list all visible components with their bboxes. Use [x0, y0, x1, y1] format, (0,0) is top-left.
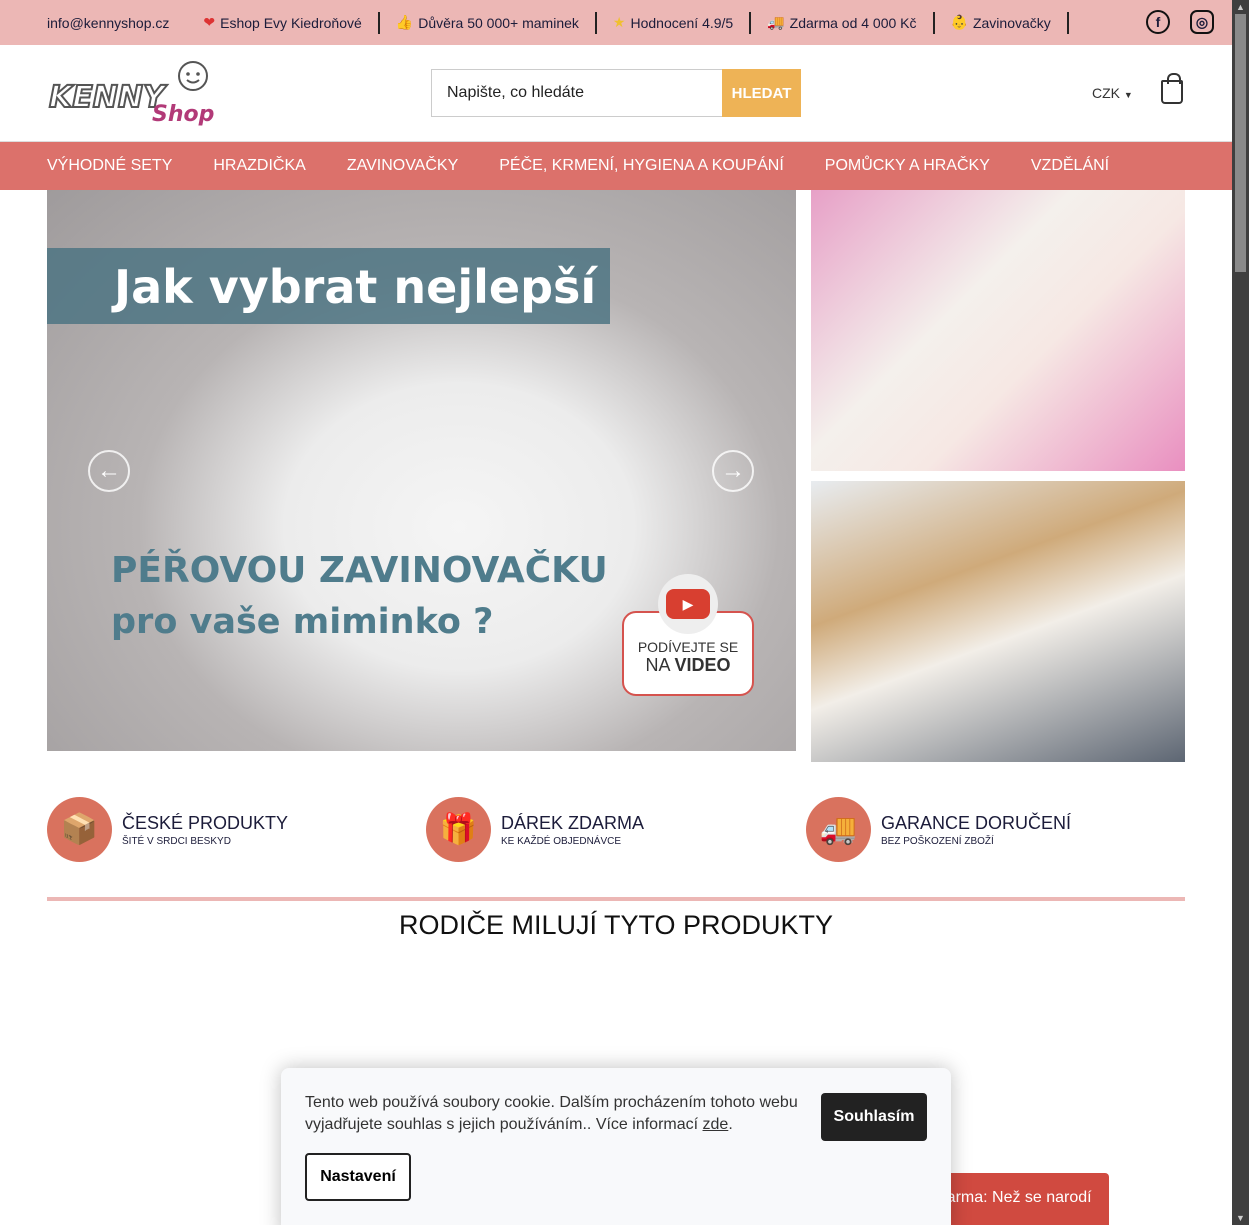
cookie-banner: Tento web používá soubory cookie. Dalším…: [281, 1068, 951, 1225]
feature-delivery-guarantee: 🚚 GARANCE DORUČENÍ BEZ POŠKOZENÍ ZBOŽÍ: [806, 797, 1071, 862]
cookie-more-link[interactable]: zde: [703, 1116, 729, 1133]
feature-title: GARANCE DORUČENÍ: [881, 812, 1072, 833]
topbar-item-swaddles[interactable]: 👶 Zavinovačky: [935, 11, 1069, 34]
thumbs-up-icon: 👍: [395, 14, 414, 30]
nav-item-sets[interactable]: VÝHODNÉ SETY: [47, 157, 172, 175]
video-label-1: PODÍVEJTE SE: [637, 639, 739, 655]
banner-sleeping-baby[interactable]: [811, 190, 1185, 471]
feature-free-gift: 🎁 DÁREK ZDARMA KE KAŽDÉ OBJEDNÁVCE: [426, 797, 644, 862]
baby-icon: 👶: [950, 14, 968, 30]
scrollbar[interactable]: ▲ ▼: [1232, 0, 1249, 1225]
scroll-up-icon[interactable]: ▲: [1236, 2, 1245, 12]
nav-item-care[interactable]: PÉČE, KRMENÍ, HYGIENA A KOUPÁNÍ: [499, 157, 784, 175]
banner-play-gym[interactable]: [811, 481, 1185, 762]
feature-title: ČESKÉ PRODUKTY: [122, 812, 289, 833]
feature-title: DÁREK ZDARMA: [501, 812, 645, 833]
topbar-item-trust: 👍 Důvěra 50 000+ maminek: [380, 11, 597, 34]
hero-line-2: pro vaše miminko ?: [111, 602, 494, 642]
hero-slider[interactable]: Jak vybrat nejlepší PÉŘOVOU ZAVINOVAČKU …: [47, 190, 796, 751]
feature-czech-products: 📦 ČESKÉ PRODUKTY ŠITÉ V SRDCI BESKYD: [47, 797, 288, 862]
gift-icon: 🎁: [426, 797, 491, 862]
topbar-label: Důvěra 50 000+ maminek: [418, 14, 579, 31]
search-form: HLEDAT: [431, 69, 801, 117]
heart-icon: ❤: [203, 14, 216, 30]
header: KENNY Shop HLEDAT CZK ▼: [0, 45, 1232, 142]
play-icon[interactable]: ▶: [658, 574, 718, 634]
caret-down-icon: ▼: [1123, 90, 1133, 100]
nav-item-education[interactable]: VZDĚLÁNÍ: [1031, 157, 1109, 175]
feature-subtitle: BEZ POŠKOZENÍ ZBOŽÍ: [881, 835, 994, 847]
nav-item-play-gym[interactable]: HRAZDIČKA: [213, 157, 305, 175]
accept-cookies-button[interactable]: Souhlasím: [821, 1093, 927, 1141]
currency-label: CZK: [1092, 85, 1120, 101]
star-icon: ★: [612, 14, 626, 30]
topbar-item-shipping: 🚚 Zdarma od 4 000 Kč: [751, 11, 935, 34]
svg-text:KENNY: KENNY: [49, 80, 168, 115]
main-nav: VÝHODNÉ SETY HRAZDIČKA ZAVINOVAČKY PÉČE,…: [0, 142, 1232, 190]
topbar-label: Zavinovačky: [972, 14, 1051, 31]
page: info@kennyshop.cz ❤ Eshop Evy Kiedroňové …: [0, 0, 1232, 1225]
search-button[interactable]: HLEDAT: [722, 69, 801, 117]
video-label-2: NA VIDEO: [645, 655, 731, 675]
shopping-bag-icon[interactable]: [1161, 73, 1183, 104]
topbar-label: Eshop Evy Kiedroňové: [220, 14, 362, 31]
nav-item-swaddles[interactable]: ZAVINOVAČKY: [347, 157, 458, 175]
svg-text:Shop: Shop: [152, 102, 214, 127]
feature-subtitle: ŠITÉ V SRDCI BESKYD: [122, 835, 231, 847]
hero-title: Jak vybrat nejlepší: [114, 260, 597, 314]
cookie-settings-button[interactable]: Nastavení: [305, 1153, 411, 1201]
topbar-label: Zdarma od 4 000 Kč: [789, 14, 917, 31]
topbar-item-rating: ★ Hodnocení 4.9/5: [597, 11, 752, 34]
cookie-text: Tento web používá soubory cookie. Dalším…: [305, 1094, 798, 1133]
email-link[interactable]: info@kennyshop.cz: [47, 15, 187, 31]
hero-line-1: PÉŘOVOU ZAVINOVAČKU: [111, 550, 608, 591]
topbar-item-eshop: ❤ Eshop Evy Kiedroňové: [187, 11, 380, 34]
logo[interactable]: KENNY Shop: [47, 59, 222, 129]
delivery-shield-icon: 🚚: [806, 797, 871, 862]
topbar-label: Hodnocení 4.9/5: [630, 14, 734, 31]
nav-item-aids-toys[interactable]: POMŮCKY A HRAČKY: [825, 157, 990, 175]
instagram-icon[interactable]: ◎: [1190, 10, 1214, 34]
truck-icon: 🚚: [767, 14, 785, 30]
arrow-left-icon[interactable]: ←: [88, 450, 130, 492]
feature-subtitle: KE KAŽDÉ OBJEDNÁVCE: [501, 835, 622, 847]
scroll-down-icon[interactable]: ▼: [1236, 1213, 1245, 1223]
arrow-right-icon[interactable]: →: [712, 450, 754, 492]
search-input[interactable]: [431, 69, 722, 117]
section-divider: [47, 897, 1185, 901]
facebook-icon[interactable]: f: [1146, 10, 1170, 34]
currency-select[interactable]: CZK ▼: [1092, 85, 1133, 101]
box-icon: 📦: [47, 797, 112, 862]
scrollbar-thumb[interactable]: [1235, 14, 1246, 272]
top-bar: info@kennyshop.cz ❤ Eshop Evy Kiedroňové …: [0, 0, 1232, 45]
section-title: RODIČE MILUJÍ TYTO PRODUKTY: [398, 910, 834, 940]
